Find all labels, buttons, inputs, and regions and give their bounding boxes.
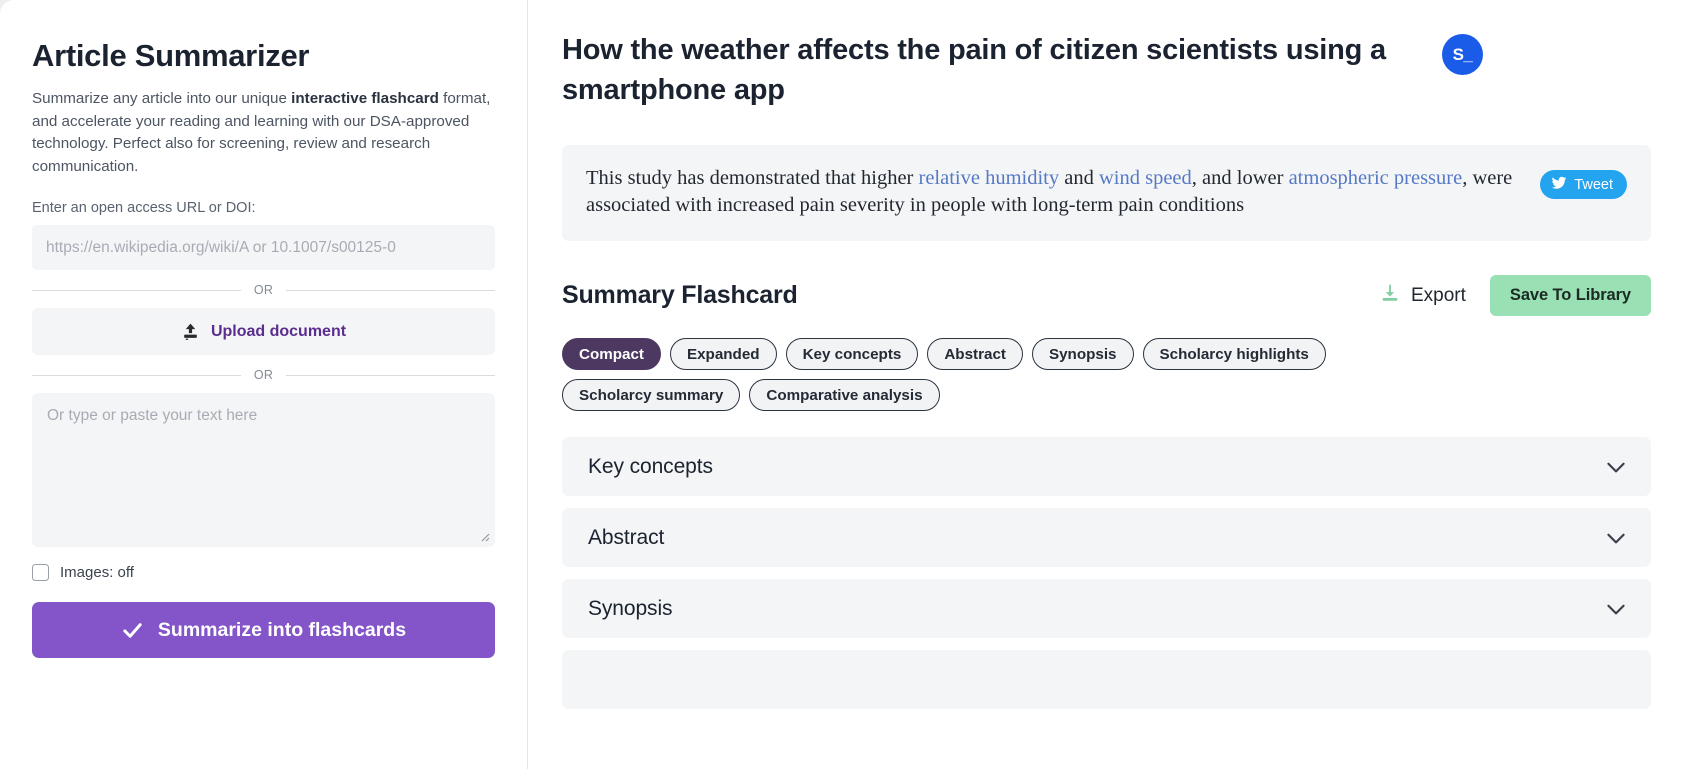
description-bold: interactive flashcard [291,90,439,107]
tab-expanded[interactable]: Expanded [669,338,777,370]
images-toggle-row[interactable]: Images: off [32,564,495,581]
page-title: Article Summarizer [32,38,310,73]
left-panel: Article Summarizer Summarize any article… [0,0,528,769]
accordion-key-concepts[interactable]: Key concepts [562,437,1651,496]
or-label-1: OR [253,283,274,297]
accordion-title: Key concepts [588,454,713,478]
or-divider-2: OR [32,368,496,382]
images-checkbox[interactable] [32,564,49,581]
flashcard-title: Summary Flashcard [562,281,798,309]
chevron-down-icon[interactable] [1603,525,1629,551]
tab-synopsis[interactable]: Synopsis [1031,338,1134,370]
accordion-synopsis[interactable]: Synopsis [562,579,1651,638]
url-input[interactable] [32,225,495,270]
tab-scholarcy-highlights[interactable]: Scholarcy highlights [1142,338,1326,370]
avatar-label: S_ [1452,44,1473,64]
upload-button-label: Upload document [210,322,347,340]
article-header: How the weather affects the pain of citi… [562,30,1651,110]
url-field-label: Enter an open access URL or DOI: [32,200,256,216]
summary-text: This study has demonstrated that higher … [586,165,1540,219]
images-checkbox-label: Images: off [60,564,134,581]
tab-comparative-analysis[interactable]: Comparative analysis [749,379,940,411]
summary-callout: This study has demonstrated that higher … [562,145,1651,241]
accordion-title: Abstract [588,525,665,549]
tab-abstract[interactable]: Abstract [927,338,1023,370]
tab-scholarcy-summary[interactable]: Scholarcy summary [562,379,741,411]
divider-line-left-2 [32,374,241,376]
check-icon [121,619,144,642]
accordion-title: Synopsis [588,596,673,620]
summary-part-2: and [1059,167,1099,189]
paste-text-input[interactable] [32,393,495,547]
app-root: Article Summarizer Summarize any article… [0,0,1681,769]
tab-compact[interactable]: Compact [562,338,661,370]
summarize-button-label: Summarize into flashcards [157,618,407,641]
description-pre: Summarize any article into our unique [32,90,292,107]
textarea-wrapper [32,393,495,547]
divider-line-right-2 [286,374,496,376]
article-title: How the weather affects the pain of citi… [562,34,1386,106]
flashcard-tabs: Compact Expanded Key concepts Abstract S… [562,338,1462,411]
summary-part-3: , and lower [1191,167,1289,189]
divider-line-left [32,289,241,291]
accordion-next-partial[interactable] [562,650,1651,709]
save-to-library-button[interactable]: Save To Library [1489,275,1651,316]
chevron-down-icon[interactable] [1603,454,1629,480]
or-label-2: OR [253,368,274,382]
summary-link-wind-speed[interactable]: wind speed [1099,167,1192,189]
download-icon [1379,282,1401,310]
accordion-list: Key concepts Abstract Synopsis [562,437,1651,709]
tweet-button[interactable]: Tweet [1540,170,1627,199]
chevron-down-icon[interactable] [1603,596,1629,622]
app-description: Summarize any article into our unique in… [32,88,495,178]
tweet-button-label: Tweet [1574,176,1613,193]
tab-key-concepts[interactable]: Key concepts [785,338,919,370]
accordion-abstract[interactable]: Abstract [562,508,1651,567]
or-divider-1: OR [32,283,496,297]
summary-part-1: This study has demonstrated that higher [586,167,919,189]
upload-icon [181,322,200,341]
avatar[interactable]: S_ [1442,34,1483,75]
summary-link-relative-humidity[interactable]: relative humidity [919,167,1060,189]
export-button-label: Export [1411,284,1466,306]
summary-link-atmospheric-pressure[interactable]: atmospheric pressure [1289,167,1463,189]
summarize-button[interactable]: Summarize into flashcards [32,602,495,658]
flashcard-toolbar: Summary Flashcard Export Save To Library [562,275,1651,316]
twitter-bird-icon [1551,175,1567,195]
export-button[interactable]: Export [1379,282,1466,310]
right-panel: How the weather affects the pain of citi… [528,0,1681,769]
divider-line-right [286,289,496,291]
upload-document-button[interactable]: Upload document [32,308,495,355]
